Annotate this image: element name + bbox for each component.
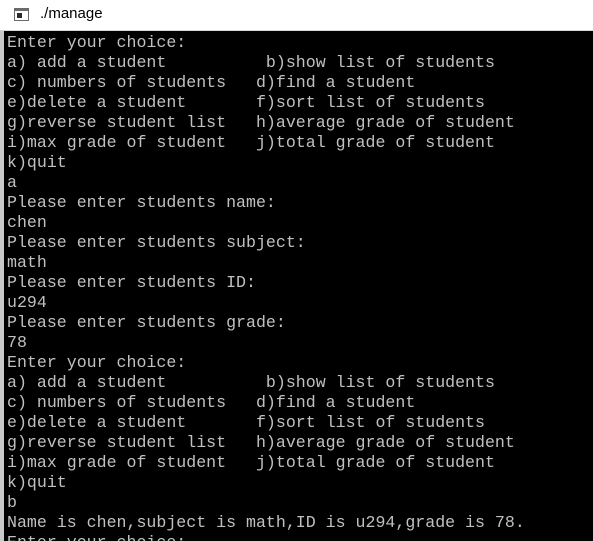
window-left-edge [0,31,4,541]
console-line: g)reverse student list h)average grade o… [7,113,515,132]
console-window[interactable]: ./manage Enter your choice: a) add a stu… [0,0,593,541]
console-line: Enter your choice: [7,33,187,52]
console-line: Please enter students subject: [7,233,306,252]
console-line: i)max grade of student j)total grade of … [7,453,495,472]
console-line: Please enter students grade: [7,313,286,332]
console-line: a) add a student b)show list of students [7,53,495,72]
console-line: c) numbers of students d)find a student [7,73,416,92]
console-line: c) numbers of students d)find a student [7,393,416,412]
console-line: b [7,493,17,512]
console-line: Please enter students name: [7,193,276,212]
console-line: e)delete a student f)sort list of studen… [7,93,485,112]
console-line: a) add a student b)show list of students [7,373,495,392]
window-title: ./manage [40,5,103,22]
console-line: e)delete a student f)sort list of studen… [7,413,485,432]
console-app-icon [14,8,29,21]
console-line: g)reverse student list h)average grade o… [7,433,515,452]
console-line: math [7,253,47,272]
console-line: Enter your choice: [7,353,187,372]
console-line: u294 [7,293,47,312]
console-line: chen [7,213,47,232]
console-line: Enter your choice: [7,533,593,541]
console-line: i)max grade of student j)total grade of … [7,133,495,152]
console-output[interactable]: Enter your choice: a) add a student b)sh… [7,33,593,541]
console-line: Name is chen,subject is math,ID is u294,… [7,513,525,532]
console-line: a [7,173,17,192]
console-line: k)quit [7,153,67,172]
console-line: 78 [7,333,27,352]
console-line: Please enter students ID: [7,273,256,292]
console-line: k)quit [7,473,67,492]
title-bar[interactable]: ./manage [0,0,593,31]
